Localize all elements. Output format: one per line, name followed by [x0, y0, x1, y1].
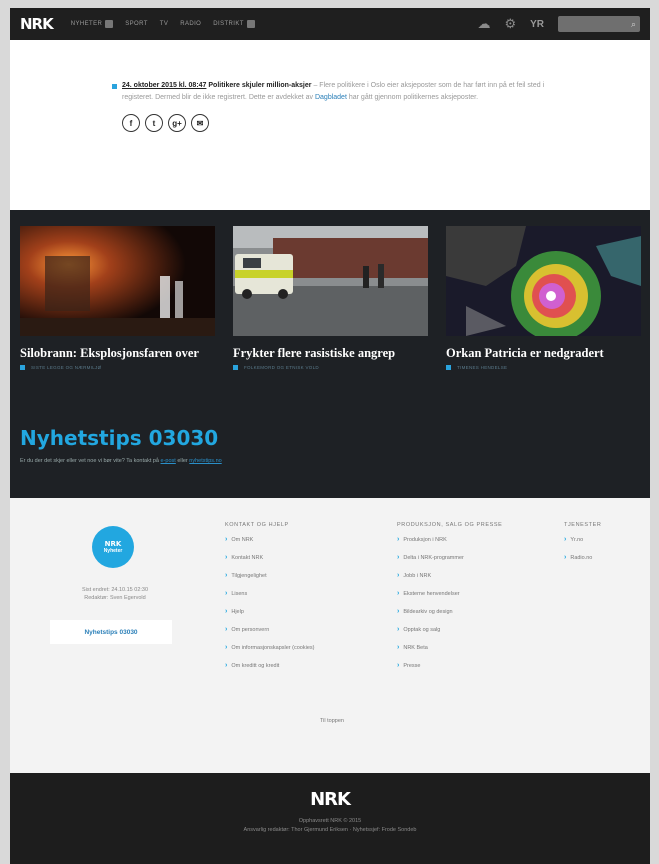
news-title[interactable]: Orkan Patricia er nedgradert	[446, 346, 641, 360]
footer-link[interactable]: Om informasjonskapsler (cookies)	[225, 644, 314, 651]
news-tips: Nyhetstips 03030 Er du der det skjer ell…	[20, 426, 222, 464]
news-title[interactable]: Silobrann: Eksplosjonsfaren over	[20, 346, 215, 360]
editor-line: Ansvarlig redaktør: Thor Gjermund Erikse…	[243, 827, 417, 833]
footer-column-services: TJENESTER Yr.no Radio.no	[564, 522, 602, 572]
news-section: Silobrann: Eksplosjonsfaren over SISTE L…	[10, 210, 650, 498]
nrk-logo[interactable]: NRK	[20, 15, 54, 33]
editor: Redaktør: Sven Egervold	[84, 595, 146, 601]
footer-link[interactable]: Bildearkiv og design	[397, 608, 502, 615]
footer-link[interactable]: Kontakt NRK	[225, 554, 314, 561]
search-icon: ⌕	[630, 18, 636, 29]
news-image-ambulance[interactable]	[233, 226, 428, 336]
news-card[interactable]: Frykter flere rasistiske angrep FOLKEMOR…	[233, 226, 428, 370]
footer-link[interactable]: Om NRK	[225, 536, 314, 543]
share-buttons: f t g+ ✉	[112, 114, 570, 132]
news-title[interactable]: Frykter flere rasistiske angrep	[233, 346, 428, 360]
dagbladet-link[interactable]: Dagbladet	[315, 94, 347, 101]
tips-heading[interactable]: Nyhetstips 03030	[20, 426, 222, 450]
top-navigation: NRK NYHETER SPORT TV RADIO DISTRIKT ☁ ⚙ …	[10, 8, 650, 40]
ambulance-image	[233, 226, 428, 336]
tips-button[interactable]: Nyhetstips 03030	[50, 620, 172, 644]
footer-link[interactable]: Eksterne henvendelser	[397, 590, 502, 597]
facebook-icon[interactable]: f	[122, 114, 140, 132]
fire-image	[20, 226, 215, 336]
news-image-fire[interactable]	[20, 226, 215, 336]
nav-item-nyheter[interactable]: NYHETER	[71, 20, 114, 28]
column-heading: KONTAKT OG HJELP	[225, 522, 289, 528]
nav-item-tv[interactable]: TV	[160, 21, 168, 27]
nav-right: ☁ ⚙ YR ⌕	[477, 16, 640, 32]
footer-link[interactable]: Delta i NRK-programmer	[397, 554, 502, 561]
tips-text: Er du der det skjer eller vet noe vi bør…	[20, 458, 222, 464]
footer-link[interactable]: Radio.no	[564, 554, 602, 561]
hurricane-image	[446, 226, 641, 336]
nyhetstips-link[interactable]: nyhetstips.no	[189, 458, 221, 464]
last-updated: Sist endret: 24.10.15 02:30	[81, 587, 149, 593]
nav-item-sport[interactable]: SPORT	[125, 21, 148, 27]
footer-link[interactable]: NRK Beta	[397, 644, 502, 651]
article-summary-end: har gått gjennom politikernes aksjeposte…	[348, 94, 479, 101]
copyright: Opphavsrett NRK © 2015	[298, 818, 362, 824]
footer-link[interactable]: Produksjon i NRK	[397, 536, 502, 543]
footer-link[interactable]: Om personvern	[225, 626, 314, 633]
news-card[interactable]: Silobrann: Eksplosjonsfaren over SISTE L…	[20, 226, 215, 370]
dropdown-icon	[246, 20, 255, 28]
googleplus-icon[interactable]: g+	[168, 114, 186, 132]
nrk-nyheter-badge[interactable]: NRK Nyheter	[92, 526, 134, 568]
search-input[interactable]: ⌕	[558, 16, 640, 32]
article-teaser: 24. oktober 2015 kl. 08:47 Politikere sk…	[10, 40, 650, 210]
news-meta: FOLKEMORD OG ETNISK VOLD	[233, 365, 428, 370]
bullet-icon	[112, 84, 117, 89]
column-heading: TJENESTER	[564, 522, 602, 528]
twitter-icon[interactable]: t	[145, 114, 163, 132]
footer-link[interactable]: Lisens	[225, 590, 314, 597]
bottom-bar: NRK Opphavsrett NRK © 2015 Ansvarlig red…	[10, 773, 650, 864]
footer: NRK Nyheter Sist endret: 24.10.15 02:30 …	[10, 498, 650, 773]
news-meta: TIMENES HENDELSE	[446, 365, 641, 370]
footer-link[interactable]: Om kreditt og kredit	[225, 662, 314, 669]
footer-link[interactable]: Yr.no	[564, 536, 602, 543]
email-link[interactable]: e-post	[161, 458, 176, 464]
weather-icon[interactable]: ☁	[477, 16, 490, 32]
footer-link[interactable]: Jobb i NRK	[397, 572, 502, 579]
footer-column-contact: KONTAKT OG HJELP Om NRK Kontakt NRK Tilg…	[225, 522, 314, 680]
footer-column-production: PRODUKSJON, SALG OG PRESSE Produksjon i …	[397, 522, 502, 680]
news-card[interactable]: Orkan Patricia er nedgradert TIMENES HEN…	[446, 226, 641, 370]
yr-link[interactable]: YR	[530, 19, 544, 30]
column-heading: PRODUKSJON, SALG OG PRESSE	[397, 522, 503, 528]
dropdown-icon	[105, 20, 114, 28]
news-meta: SISTE LEGGE OG NÆRMILJØ	[20, 365, 215, 370]
article-text: 24. oktober 2015 kl. 08:47 Politikere sk…	[112, 80, 570, 104]
settings-icon[interactable]: ⚙	[504, 16, 516, 32]
footer-link[interactable]: Opptak og salg	[397, 626, 502, 633]
back-to-top-link[interactable]: Til toppen	[320, 718, 344, 724]
news-cards: Silobrann: Eksplosjonsfaren over SISTE L…	[10, 210, 650, 370]
nav-item-distrikt[interactable]: DISTRIKT	[213, 20, 255, 28]
footer-link[interactable]: Presse	[397, 662, 502, 669]
nrk-logo-footer[interactable]: NRK	[10, 789, 650, 810]
article-date-link[interactable]: 24. oktober 2015 kl. 08:47	[122, 82, 206, 89]
bullet-icon	[20, 365, 25, 370]
bullet-icon	[446, 365, 451, 370]
footer-link[interactable]: Tilgjengelighet	[225, 572, 314, 579]
bullet-icon	[233, 365, 238, 370]
article-title: Politikere skjuler million-aksjer	[208, 82, 312, 89]
footer-link[interactable]: Hjelp	[225, 608, 314, 615]
footer-meta: Sist endret: 24.10.15 02:30 Redaktør: Sv…	[40, 586, 190, 602]
news-image-hurricane[interactable]	[446, 226, 641, 336]
nav-item-radio[interactable]: RADIO	[180, 21, 201, 27]
page: NRK NYHETER SPORT TV RADIO DISTRIKT ☁ ⚙ …	[10, 8, 650, 864]
email-icon[interactable]: ✉	[191, 114, 209, 132]
